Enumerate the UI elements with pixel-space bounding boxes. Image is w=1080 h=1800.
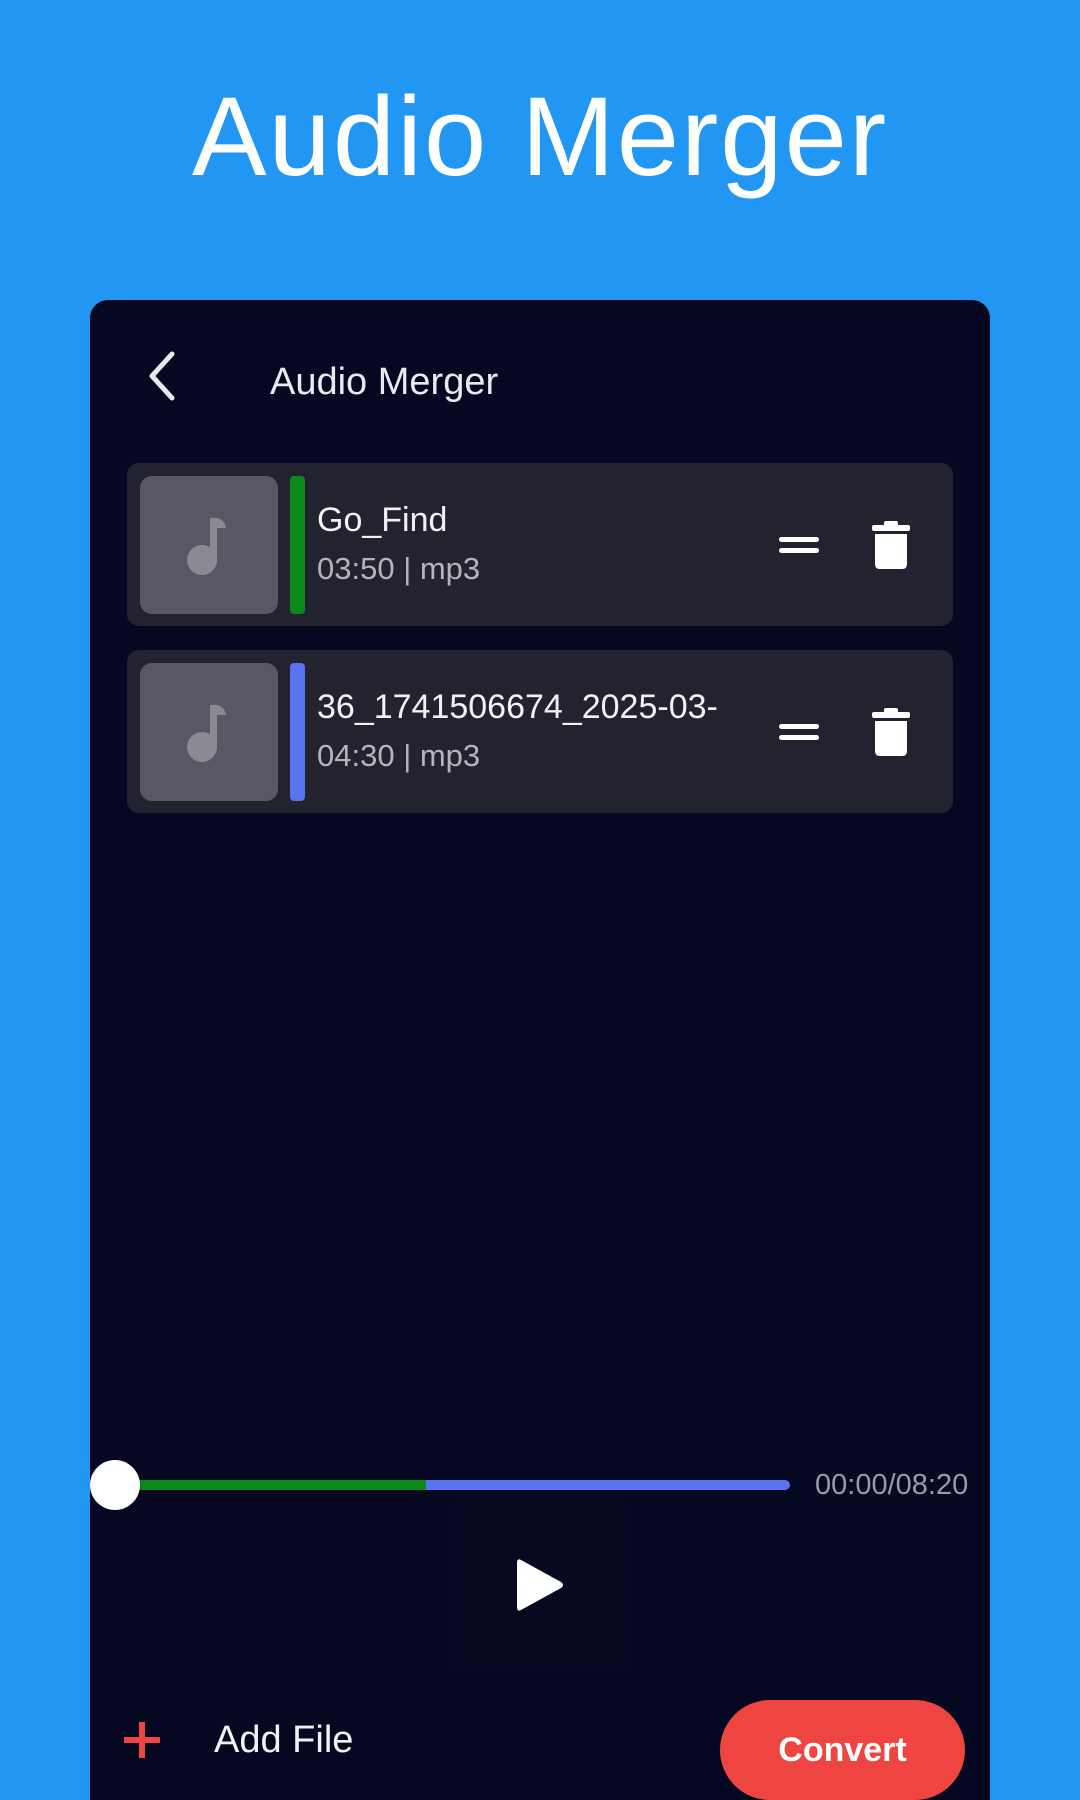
- player-controls: [455, 1500, 625, 1670]
- play-button[interactable]: [495, 1540, 585, 1630]
- back-button[interactable]: [130, 344, 194, 408]
- drag-handle-icon: [779, 537, 819, 553]
- track-name: Go_Find: [317, 501, 448, 539]
- track-color-bar: [290, 663, 305, 801]
- seek-segment: [425, 1480, 790, 1490]
- banner-title: Audio Merger: [191, 74, 889, 199]
- drag-handle-icon: [779, 724, 819, 740]
- seek-segment: [115, 1480, 426, 1490]
- app-screen: Audio Merger Go_Find 03:50 | mp3 36_1741…: [90, 300, 990, 1800]
- track-thumbnail: [140, 663, 278, 801]
- track-thumbnail: [140, 476, 278, 614]
- music-note-icon: [187, 704, 226, 762]
- track-color-bar: [290, 476, 305, 614]
- track-name: 36_1741506674_2025-03-: [317, 688, 718, 726]
- trash-icon: [872, 708, 910, 756]
- play-icon: [517, 1559, 563, 1611]
- chevron-left-icon: [149, 351, 175, 401]
- delete-track-button[interactable]: [865, 518, 917, 572]
- track-meta: 03:50 | mp3: [317, 551, 481, 586]
- track-item[interactable]: 36_1741506674_2025-03- 04:30 | mp3: [127, 650, 953, 813]
- toolbar-title: Audio Merger: [270, 361, 499, 403]
- drag-handle-button[interactable]: [775, 521, 823, 569]
- seek-track[interactable]: [115, 1480, 790, 1490]
- drag-handle-button[interactable]: [775, 708, 823, 756]
- track-item[interactable]: Go_Find 03:50 | mp3: [127, 463, 953, 626]
- add-file-button[interactable]: Add File: [120, 1700, 353, 1780]
- track-meta: 04:30 | mp3: [317, 738, 481, 773]
- plus-icon: [120, 1718, 164, 1762]
- add-file-label: Add File: [214, 1718, 354, 1761]
- trash-icon: [872, 521, 910, 569]
- playback-time: 00:00/08:20: [815, 1469, 969, 1501]
- promo-background: Audio Merger Audio Merger Go_Find 03:50 …: [0, 0, 1080, 1800]
- music-note-icon: [187, 517, 226, 575]
- bottom-actions: Add File Convert: [90, 1680, 990, 1800]
- delete-track-button[interactable]: [865, 705, 917, 759]
- seek-thumb[interactable]: [90, 1460, 140, 1510]
- app-toolbar: Audio Merger: [90, 300, 990, 460]
- convert-button[interactable]: Convert: [720, 1700, 965, 1800]
